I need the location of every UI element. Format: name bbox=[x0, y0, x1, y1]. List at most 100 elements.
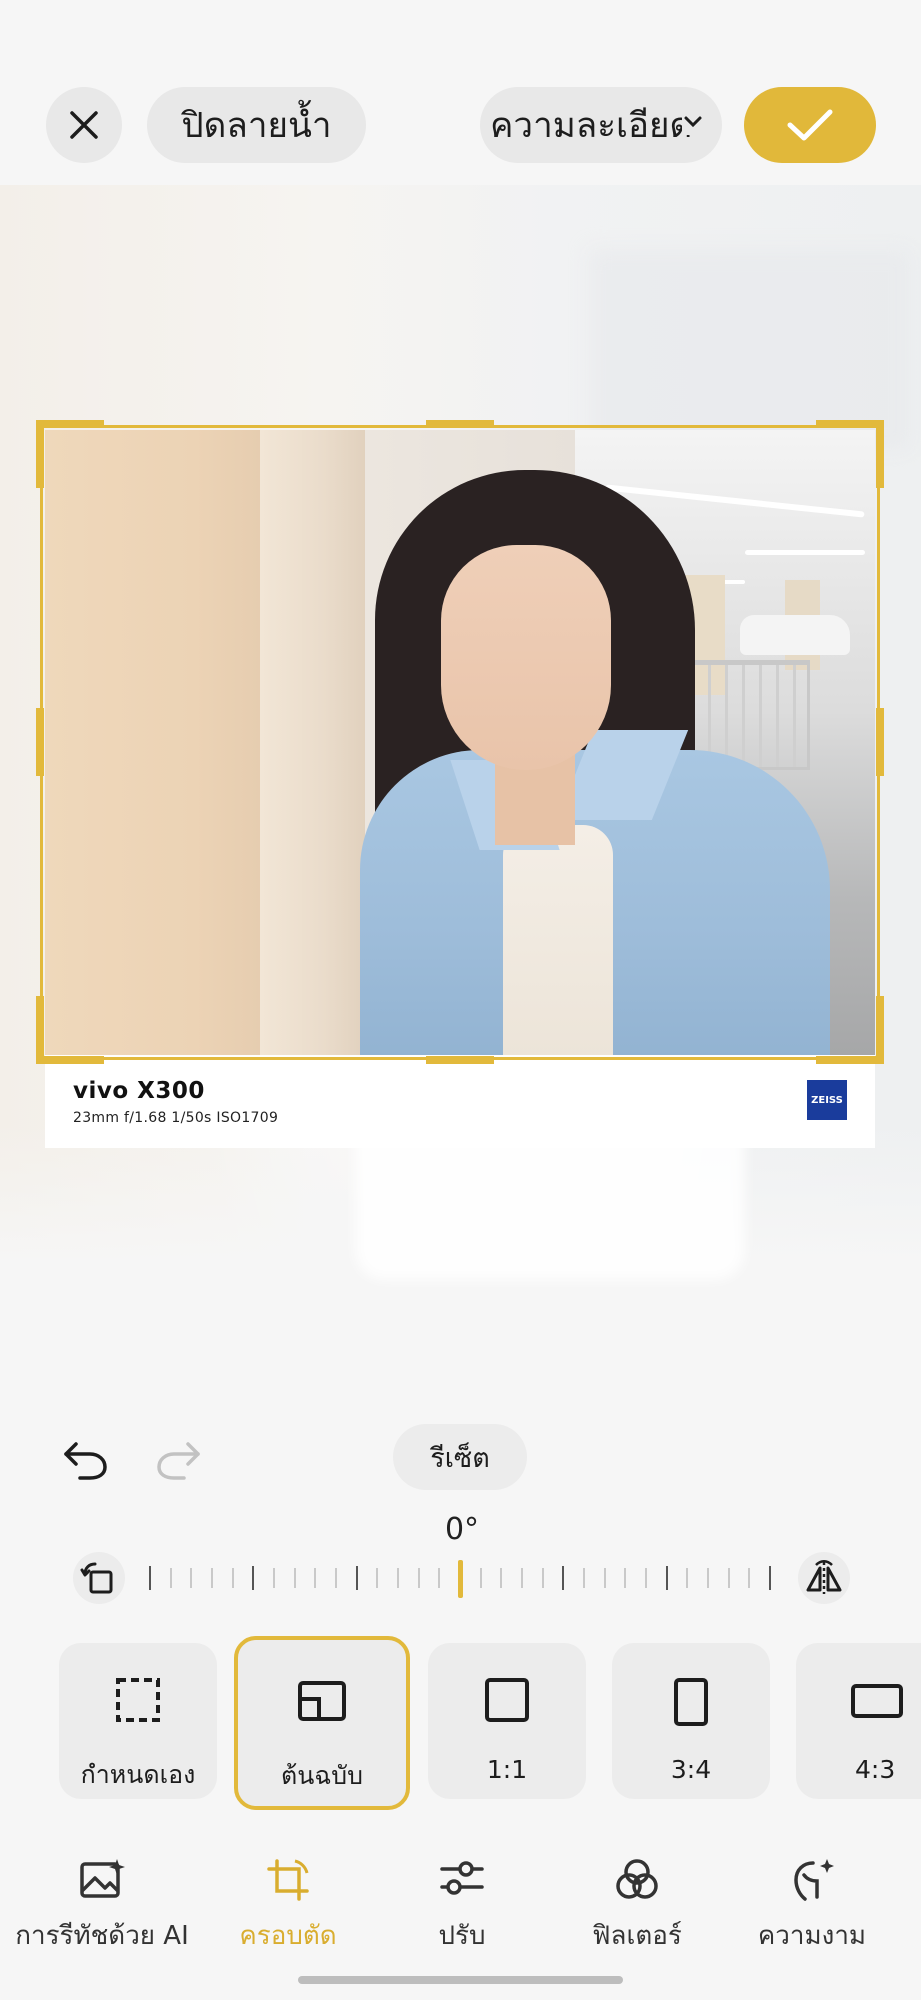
tab-label: ความงาม bbox=[757, 1921, 867, 1951]
ruler-tick bbox=[562, 1566, 565, 1590]
close-button[interactable] bbox=[46, 87, 122, 163]
ratio-option-3-4[interactable]: 3:4 bbox=[612, 1643, 770, 1799]
confirm-button[interactable] bbox=[744, 87, 876, 163]
redo-button[interactable] bbox=[152, 1432, 204, 1484]
ratio-option-4-3[interactable]: 4:3 bbox=[796, 1643, 921, 1799]
close-icon bbox=[70, 111, 98, 139]
undo-icon bbox=[64, 1442, 107, 1480]
tab-label: ฟิลเตอร์ bbox=[592, 1921, 682, 1951]
ruler-tick bbox=[211, 1568, 213, 1588]
ratio-option-custom[interactable]: กำหนดเอง bbox=[59, 1643, 217, 1799]
ruler-tick bbox=[748, 1568, 751, 1588]
quality-label: ความละเอียด bbox=[490, 105, 693, 146]
rotation-ruler[interactable] bbox=[149, 1560, 771, 1598]
ruler-tick bbox=[293, 1568, 296, 1588]
check-icon bbox=[787, 109, 833, 141]
ruler-tick bbox=[686, 1568, 689, 1588]
ruler-tick bbox=[541, 1568, 544, 1588]
rotation-angle: 0° bbox=[444, 1512, 480, 1547]
ruler-tick bbox=[727, 1568, 730, 1588]
ruler-tick bbox=[252, 1566, 255, 1590]
redo-icon bbox=[157, 1442, 200, 1480]
flip-icon bbox=[806, 1560, 842, 1594]
crop-handle-bottom-right[interactable] bbox=[876, 996, 884, 1064]
tab-crop[interactable]: ครอบตัด bbox=[196, 1855, 380, 1970]
crop-handle-top-right[interactable] bbox=[816, 420, 884, 428]
ruler-tick bbox=[458, 1560, 463, 1598]
tab-label: ปรับ bbox=[438, 1921, 486, 1951]
crop-handle-top-left[interactable] bbox=[36, 420, 104, 428]
crop-handle-left[interactable] bbox=[36, 708, 44, 776]
ruler-tick bbox=[707, 1568, 709, 1588]
crop-handle-bottom-left[interactable] bbox=[36, 996, 44, 1064]
landscape-ratio-icon bbox=[851, 1684, 903, 1718]
beauty-icon bbox=[794, 1859, 834, 1901]
camera-brand: vivo X300 bbox=[73, 1078, 205, 1104]
tab-ai-retouch[interactable]: การรีทัชด้วย AI bbox=[10, 1855, 194, 1970]
ruler-tick bbox=[376, 1568, 379, 1588]
ruler-tick bbox=[603, 1568, 606, 1588]
crop-handle-bottom-right[interactable] bbox=[816, 1056, 884, 1064]
adjust-icon bbox=[440, 1861, 484, 1895]
chevron-down-icon bbox=[682, 109, 704, 135]
crop-handle-top-left[interactable] bbox=[36, 420, 44, 488]
ratio-label: 1:1 bbox=[486, 1755, 528, 1784]
ruler-tick bbox=[190, 1568, 193, 1588]
ruler-tick bbox=[231, 1568, 234, 1588]
tab-adjust[interactable]: ปรับ bbox=[370, 1855, 554, 1970]
crop-handle-top[interactable] bbox=[426, 420, 494, 428]
ruler-tick bbox=[273, 1568, 275, 1588]
ruler-tick bbox=[314, 1568, 317, 1588]
rotate-button[interactable] bbox=[73, 1552, 125, 1604]
photo-image bbox=[45, 430, 875, 1055]
ratio-label: ต้นฉบับ bbox=[280, 1761, 364, 1790]
tab-label: การรีทัชด้วย AI bbox=[15, 1921, 189, 1951]
ruler-tick bbox=[169, 1568, 172, 1588]
crop-icon bbox=[267, 1859, 309, 1901]
crop-handle-top-right[interactable] bbox=[876, 420, 884, 488]
ruler-tick bbox=[417, 1568, 420, 1588]
ruler-tick bbox=[355, 1566, 358, 1590]
undo-button[interactable] bbox=[60, 1432, 112, 1484]
crop-handle-right[interactable] bbox=[876, 708, 884, 776]
tab-filter[interactable]: ฟิลเตอร์ bbox=[545, 1855, 729, 1970]
ratio-label: กำหนดเอง bbox=[80, 1760, 196, 1789]
flip-button[interactable] bbox=[798, 1552, 850, 1604]
ratio-label: 4:3 bbox=[855, 1755, 896, 1784]
quality-dropdown[interactable]: ความละเอียด bbox=[480, 87, 722, 163]
ruler-tick bbox=[583, 1568, 585, 1588]
ruler-tick bbox=[397, 1568, 399, 1588]
home-indicator bbox=[298, 1976, 623, 1984]
ruler-tick bbox=[335, 1568, 337, 1588]
ruler-tick bbox=[645, 1568, 647, 1588]
rotate-icon bbox=[80, 1562, 113, 1594]
zeiss-logo-text: ZEISS bbox=[811, 1094, 843, 1106]
portrait-ratio-icon bbox=[674, 1678, 708, 1726]
ruler-tick bbox=[769, 1566, 771, 1590]
crop-handle-bottom-left[interactable] bbox=[36, 1056, 104, 1064]
reset-button[interactable]: รีเซ็ต bbox=[393, 1424, 527, 1490]
square-icon bbox=[485, 1678, 529, 1722]
remove-watermark-label: ปิดลายน้ำ bbox=[181, 105, 332, 146]
camera-exif: 23mm f/1.68 1/50s ISO1709 bbox=[73, 1110, 279, 1126]
ratio-label: 3:4 bbox=[670, 1755, 712, 1784]
ruler-tick bbox=[624, 1568, 627, 1588]
tab-label: ครอบตัด bbox=[239, 1921, 337, 1951]
tab-beauty[interactable]: ความงาม bbox=[720, 1855, 904, 1970]
original-ratio-icon bbox=[298, 1681, 346, 1721]
ruler-tick bbox=[500, 1568, 503, 1588]
ruler-tick bbox=[521, 1568, 523, 1588]
filter-icon bbox=[616, 1859, 658, 1899]
crop-handle-bottom[interactable] bbox=[426, 1056, 494, 1064]
ruler-tick bbox=[665, 1566, 668, 1590]
ruler-tick bbox=[438, 1568, 441, 1588]
reset-label: รีเซ็ต bbox=[430, 1442, 490, 1474]
ai-retouch-icon bbox=[80, 1859, 125, 1898]
zeiss-logo: ZEISS bbox=[807, 1080, 847, 1120]
ratio-option-original[interactable]: ต้นฉบับ bbox=[234, 1636, 410, 1810]
photo-preview[interactable]: vivo X300 23mm f/1.68 1/50s ISO1709 ZEIS… bbox=[45, 430, 875, 1148]
photo-editor: ปิดลายน้ำ ความละเอียด vivo X300 23mm f/1… bbox=[0, 0, 921, 2000]
ratio-option-1-1[interactable]: 1:1 bbox=[428, 1643, 586, 1799]
remove-watermark-button[interactable]: ปิดลายน้ำ bbox=[147, 87, 366, 163]
ruler-tick bbox=[149, 1566, 151, 1590]
